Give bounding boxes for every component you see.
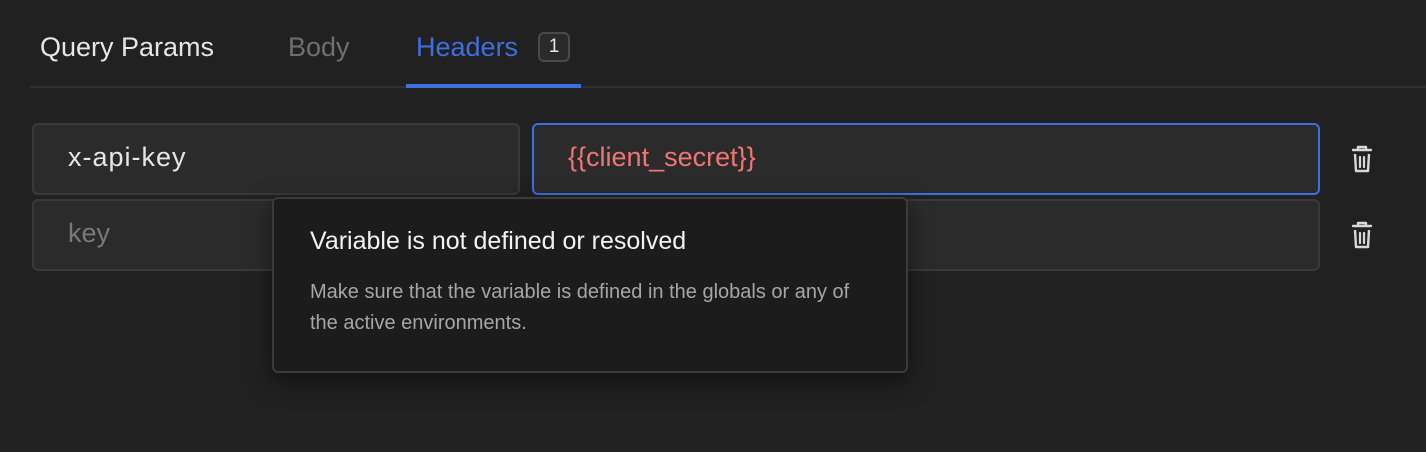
tab-query-params[interactable]: Query Params bbox=[40, 30, 214, 64]
trash-icon[interactable] bbox=[1346, 143, 1378, 175]
trash-icon[interactable] bbox=[1346, 219, 1378, 251]
tooltip-message: Make sure that the variable is defined i… bbox=[310, 281, 850, 334]
tab-body[interactable]: Body bbox=[288, 30, 350, 64]
tooltip-title: Variable is not defined or resolved bbox=[310, 227, 687, 255]
tab-headers[interactable]: Headers bbox=[416, 30, 518, 64]
header-value-input[interactable]: {{client_secret}} bbox=[532, 123, 1320, 195]
header-key-input[interactable]: x-api-key bbox=[32, 123, 520, 195]
unresolved-variable-tooltip: Variable is not defined or resolved Make… bbox=[272, 197, 908, 373]
active-tab-indicator bbox=[406, 84, 581, 88]
request-headers-panel: Query Params Body Headers 1 x-api-key {{… bbox=[0, 0, 1426, 452]
headers-count-badge: 1 bbox=[538, 32, 570, 62]
tab-bar: Query Params Body Headers 1 bbox=[30, 0, 1426, 88]
